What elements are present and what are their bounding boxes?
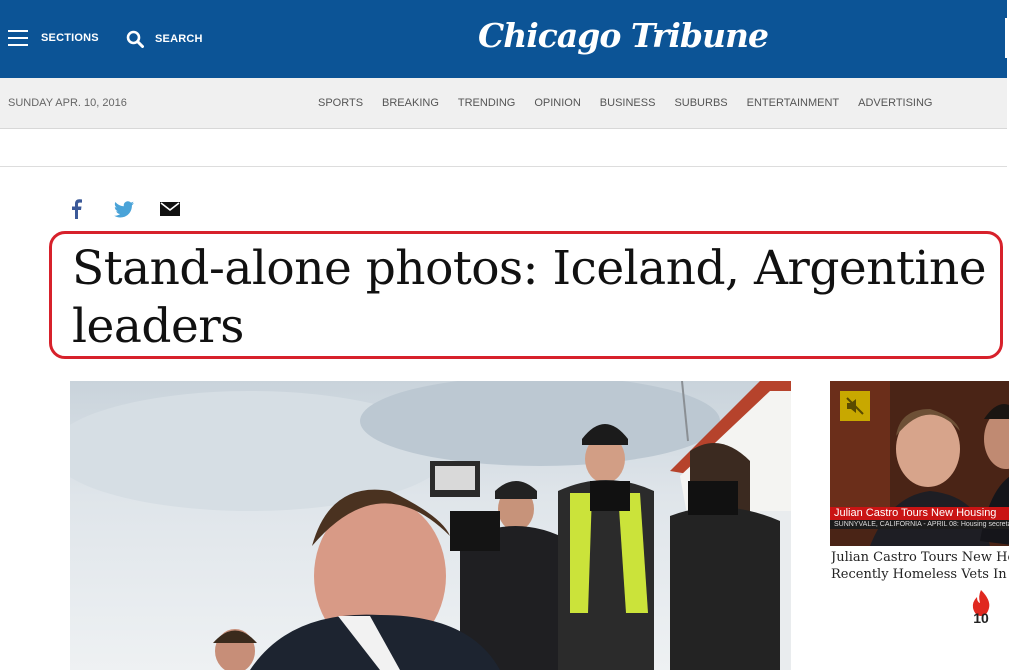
search-label: SEARCH — [155, 33, 203, 45]
hamburger-menu-icon — [8, 30, 28, 46]
headline-line-2: leaders — [72, 299, 244, 354]
twitter-icon[interactable] — [114, 200, 134, 218]
email-icon[interactable] — [160, 202, 180, 216]
side-video-title-line-1: Julian Castro Tours New Hou — [831, 550, 1009, 565]
headline-highlight: Stand-alone photos: Iceland, Argentine l… — [49, 231, 1003, 359]
chicago-tribune-logo[interactable]: Chicago Tribune — [478, 12, 769, 60]
nav-link-business[interactable]: BUSINESS — [600, 97, 656, 109]
video-caption-subtext: SUNNYVALE, CALIFORNIA - APRIL 08: Housin… — [830, 520, 1009, 529]
side-video-title-line-2: Recently Homeless Vets In C — [831, 567, 1009, 582]
sections-button[interactable]: SECTIONS — [8, 26, 99, 50]
masthead: SECTIONS SEARCH Chicago Tribune — [0, 0, 1007, 78]
photo-scene — [70, 381, 791, 670]
content-divider — [0, 166, 1007, 167]
current-date: SUNDAY APR. 10, 2016 — [8, 97, 127, 109]
video-caption: Julian Castro Tours New Housing — [830, 507, 1009, 520]
badge-count: 10 — [973, 610, 989, 626]
share-bar — [70, 199, 180, 219]
side-video-thumbnail[interactable]: Julian Castro Tours New Housing SUNNYVAL… — [830, 381, 1009, 546]
mute-icon[interactable] — [840, 391, 870, 421]
side-video-title[interactable]: Julian Castro Tours New Hou Recently Hom… — [831, 549, 1009, 583]
nav-link-entertainment[interactable]: ENTERTAINMENT — [747, 97, 840, 109]
section-links: SPORTS BREAKING TRENDING OPINION BUSINES… — [318, 97, 952, 109]
masthead-edge-bar — [1005, 18, 1009, 58]
sections-label: SECTIONS — [41, 32, 99, 44]
nav-link-advertising[interactable]: ADVERTISING — [858, 97, 932, 109]
facebook-icon[interactable] — [70, 199, 82, 219]
search-button[interactable]: SEARCH — [126, 28, 203, 50]
nav-link-sports[interactable]: SPORTS — [318, 97, 363, 109]
search-icon — [126, 30, 144, 48]
secondary-nav: SUNDAY APR. 10, 2016 SPORTS BREAKING TRE… — [0, 78, 1007, 129]
nav-link-breaking[interactable]: BREAKING — [382, 97, 439, 109]
nav-link-suburbs[interactable]: SUBURBS — [674, 97, 727, 109]
trending-badge: 10 — [966, 588, 996, 630]
nav-link-trending[interactable]: TRENDING — [458, 97, 515, 109]
article-photo[interactable] — [70, 381, 791, 670]
article-headline: Stand-alone photos: Iceland, Argentine l… — [72, 240, 1000, 356]
nav-link-opinion[interactable]: OPINION — [534, 97, 580, 109]
headline-line-1: Stand-alone photos: Iceland, Argentine — [72, 241, 987, 296]
